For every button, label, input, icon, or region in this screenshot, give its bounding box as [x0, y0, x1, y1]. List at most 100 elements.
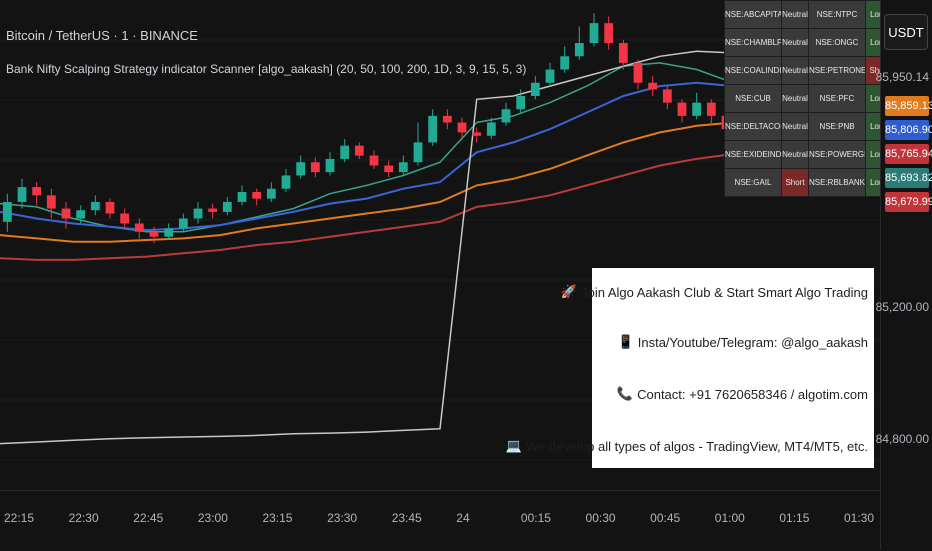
- candle: [428, 109, 438, 146]
- candle: [237, 185, 247, 206]
- promo-text-2: Insta/Youtube/Telegram: @algo_aakash: [637, 334, 868, 350]
- time-tick-label: 01:15: [779, 511, 810, 525]
- candle-body: [618, 43, 628, 63]
- candle-body: [516, 96, 526, 110]
- candle: [222, 196, 232, 216]
- scanner-signal: Neutral: [781, 28, 809, 57]
- candle-body: [413, 142, 423, 163]
- time-tick-label: 23:45: [391, 511, 422, 525]
- candle-body: [76, 210, 86, 219]
- rocket-icon: 🚀: [560, 284, 578, 299]
- time-tick-label: 23:00: [197, 511, 228, 525]
- time-axis[interactable]: 22:15 22:30 22:45 23:00 23:15 23:30 23:45 24 00:…: [0, 490, 880, 551]
- candle: [325, 152, 335, 176]
- candle-body: [208, 208, 218, 212]
- promo-text-1: Join Algo Aakash Club & Start Smart Algo…: [581, 284, 868, 300]
- candle-body: [472, 132, 482, 136]
- candle-body: [662, 89, 672, 103]
- scanner-symbol: NSE:EXIDEIND: [724, 140, 782, 169]
- candle: [574, 26, 584, 60]
- promo-line-2: 📱 Insta/Youtube/Telegram: @algo_aakash: [618, 334, 868, 350]
- candle: [677, 99, 687, 123]
- price-axis[interactable]: 85,950.14 85,859.13 85,806.90 85,765.94 85,…: [876, 0, 932, 550]
- time-tick-label: 23:30: [327, 511, 358, 525]
- scanner-row: NSE:DELTACORPNeutralNSE:PNBLong: [724, 112, 893, 141]
- candle: [208, 203, 218, 219]
- promo-line-1: 🚀 Join Algo Aakash Club & Start Smart Al…: [561, 284, 868, 300]
- price-tag: 85,859.13: [885, 96, 932, 116]
- promo-line-4: 💻 We develop all types of algos - Tradin…: [506, 438, 868, 454]
- candle-body: [574, 43, 584, 57]
- scanner-symbol: NSE:COALINDIA: [724, 56, 782, 85]
- candle: [46, 188, 56, 219]
- price-tag: 85,679.99: [885, 192, 932, 212]
- scanner-signal: Neutral: [781, 140, 809, 169]
- scanner-signal: Neutral: [781, 84, 809, 113]
- scanner-symbol: NSE:CHAMBLFERT: [724, 28, 782, 57]
- scanner-symbol: NSE:PFC: [808, 84, 866, 113]
- time-tick-label: 00:45: [650, 511, 681, 525]
- candle-body: [105, 201, 115, 214]
- candle: [17, 178, 27, 209]
- scanner-row: NSE:ABCAPITAL Neutral NSE:NTPC Long: [724, 0, 893, 29]
- candle-body: [677, 102, 687, 116]
- candle: [384, 160, 394, 178]
- candle: [442, 109, 452, 130]
- currency-button[interactable]: USDT: [884, 14, 928, 50]
- scanner-row: NSE:CHAMBLFERTNeutralNSE:ONGCLong: [724, 28, 893, 57]
- price-tag: 85,806.90: [885, 120, 932, 140]
- candle-body: [530, 82, 540, 97]
- candle: [560, 46, 570, 73]
- candle-body: [149, 231, 159, 237]
- candle-body: [545, 69, 555, 83]
- candle-body: [61, 208, 71, 219]
- candle-body: [193, 208, 203, 219]
- candle: [692, 92, 702, 120]
- candle: [252, 188, 262, 206]
- candle: [134, 218, 144, 239]
- scanner-symbol: NSE:GAIL: [724, 168, 782, 197]
- candle: [662, 86, 672, 110]
- candle: [32, 182, 42, 206]
- symbol-title[interactable]: Bitcoin / TetherUS · 1 · BINANCE: [6, 28, 198, 43]
- candle-body: [2, 201, 12, 222]
- candle: [340, 139, 350, 163]
- scanner-signal: Short: [781, 168, 809, 197]
- time-tick-label: 01:00: [714, 511, 745, 525]
- candle: [90, 195, 100, 216]
- price-tick-label: 85,200.00: [875, 299, 929, 314]
- candle-body: [340, 145, 350, 159]
- candle-body: [237, 192, 247, 202]
- candle: [120, 208, 130, 229]
- candle: [530, 76, 540, 100]
- candle: [296, 155, 306, 179]
- scanner-table: NSE:ABCAPITAL Neutral NSE:NTPC Long NSE:CHAM…: [724, 0, 893, 197]
- time-tick-label: 22:15: [4, 511, 35, 525]
- candle: [633, 59, 643, 90]
- price-tag: 85,693.82: [885, 168, 932, 188]
- candle-body: [706, 102, 716, 116]
- scanner-row: NSE:CUB Neutral NSE:PFC Long: [724, 84, 893, 113]
- candle-body: [296, 162, 306, 176]
- candle-body: [648, 82, 658, 90]
- candle: [706, 99, 716, 126]
- promo-text-4: We develop all types of algos - TradingV…: [525, 438, 868, 454]
- candle-body: [222, 201, 232, 212]
- candle-body: [442, 115, 452, 123]
- indicator-legend[interactable]: Bank Nifty Scalping Strategy indicator S…: [6, 62, 526, 76]
- promo-line-3: 📞 Contact: +91 7620658346 / algotim.com: [617, 386, 868, 402]
- candle: [545, 62, 555, 87]
- candle: [604, 16, 614, 50]
- time-tick-label: 24: [456, 511, 470, 525]
- scanner-row: NSE:COALINDIA Neutral NSE:PETRONET Short: [724, 56, 893, 85]
- candle: [501, 102, 511, 126]
- scanner-symbol: NSE:PNB: [808, 112, 866, 141]
- candle-body: [17, 187, 27, 202]
- telephone-icon: 📞: [616, 386, 634, 401]
- scanner-signal: Neutral: [781, 0, 809, 29]
- candle-body: [46, 195, 56, 209]
- candle-body: [325, 158, 335, 173]
- candle-body: [398, 162, 408, 173]
- candle-body: [501, 109, 511, 123]
- candle: [648, 76, 658, 97]
